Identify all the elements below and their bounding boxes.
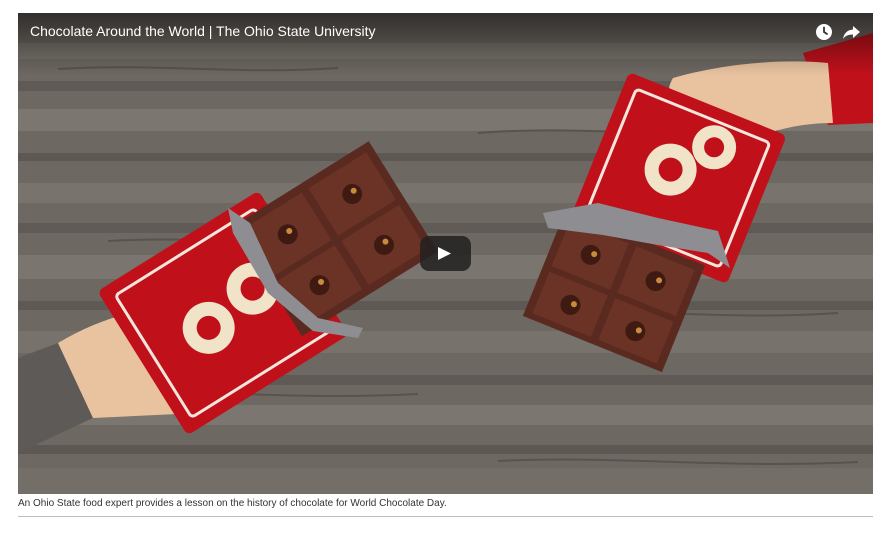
video-caption: An Ohio State food expert provides a les… [18, 498, 447, 509]
video-title[interactable]: Chocolate Around the World | The Ohio St… [30, 23, 376, 39]
share-button[interactable] [840, 21, 862, 43]
caption-divider [18, 516, 873, 517]
play-icon [438, 247, 451, 260]
clock-icon [816, 24, 832, 40]
share-arrow-icon [843, 26, 860, 39]
watch-later-button[interactable] [813, 21, 835, 43]
video-player[interactable]: Chocolate Around the World | The Ohio St… [18, 13, 873, 494]
play-button[interactable] [420, 236, 471, 271]
